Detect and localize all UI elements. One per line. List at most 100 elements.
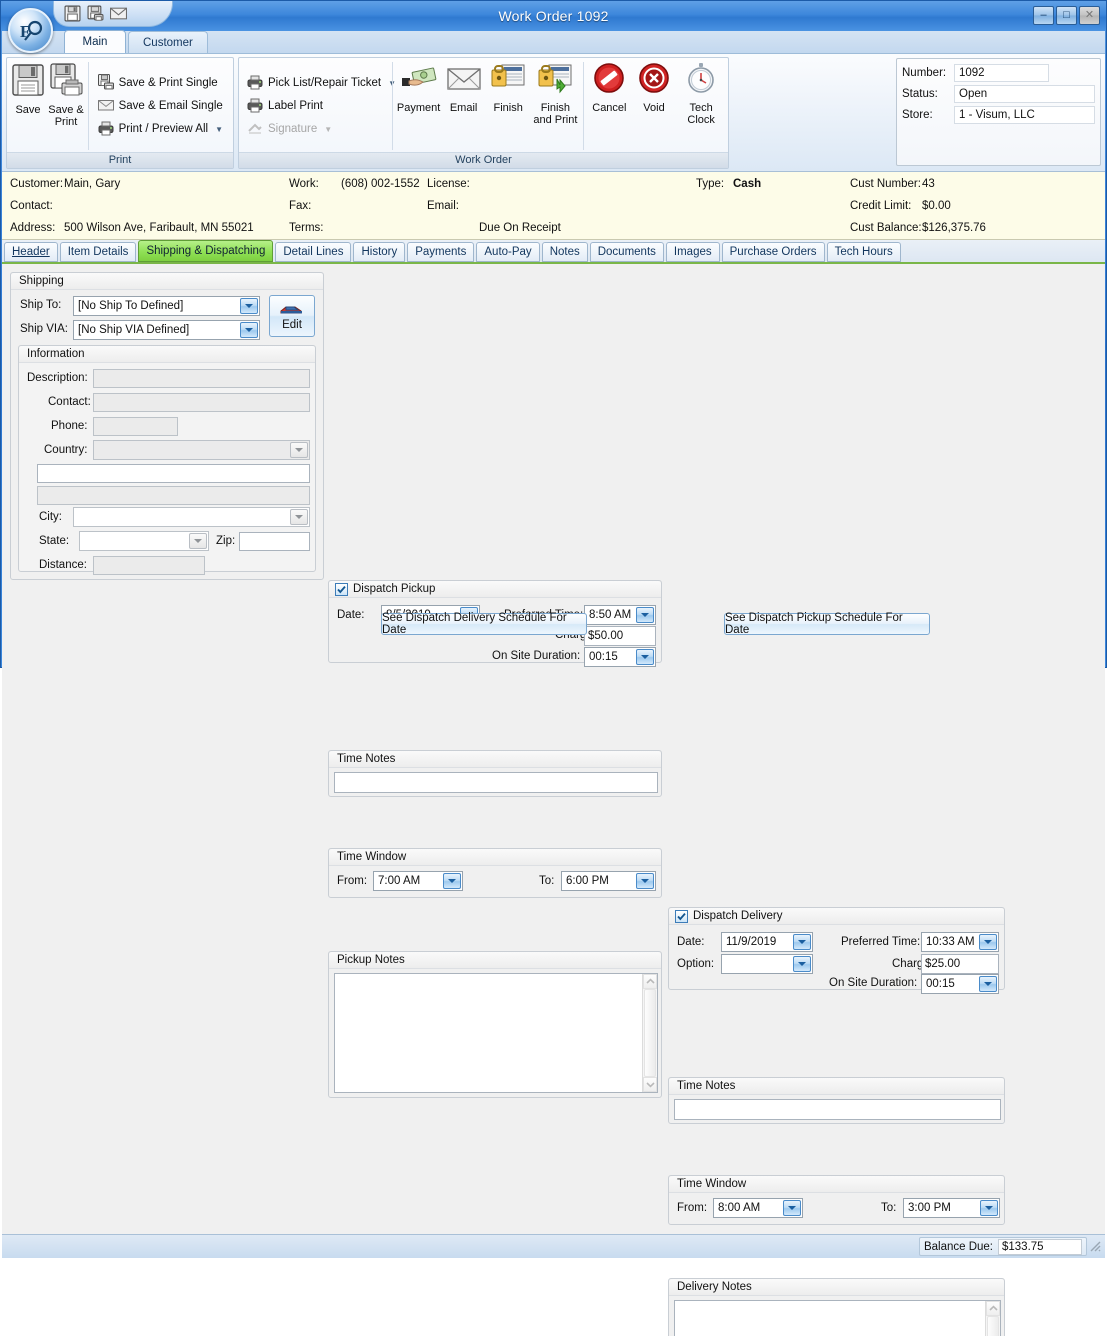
delivery-from-combo[interactable]: 8:00 AM xyxy=(713,1198,803,1218)
chevron-down-icon[interactable]: ▼ xyxy=(215,125,223,134)
save-and-print-single-button[interactable]: Save & Print Single xyxy=(94,72,227,95)
ribbon-tab-main[interactable]: Main xyxy=(64,30,126,53)
label-print-button[interactable]: Label Print xyxy=(243,95,385,118)
application-window: Work Order 1092 – □ ✕ F Main Customer Sa… xyxy=(0,0,1107,1336)
pickup-notes-textarea[interactable] xyxy=(334,973,658,1093)
pickup-on-site-duration-combo[interactable]: 00:15 xyxy=(584,647,656,667)
delivery-to-value: 3:00 PM xyxy=(908,1202,951,1214)
ribbon-tab-customer[interactable]: Customer xyxy=(128,31,208,53)
chevron-down-icon[interactable] xyxy=(979,934,997,950)
zip-input[interactable] xyxy=(239,532,310,551)
minimize-button[interactable]: – xyxy=(1033,6,1054,25)
delivery-preferred-time-combo[interactable]: 10:33 AM xyxy=(921,932,999,952)
chevron-down-icon[interactable] xyxy=(636,649,654,665)
save-and-print-button[interactable]: Save & Print xyxy=(47,60,85,152)
phone-input[interactable] xyxy=(93,417,178,436)
tab-detail-lines[interactable]: Detail Lines xyxy=(275,242,352,262)
pickup-from-combo[interactable]: 7:00 AM xyxy=(373,871,463,891)
tab-purchase-orders[interactable]: Purchase Orders xyxy=(721,242,825,262)
delivery-option-combo[interactable] xyxy=(721,954,813,974)
chevron-down-icon[interactable] xyxy=(793,934,811,950)
chevron-down-icon[interactable] xyxy=(290,442,308,458)
state-combo[interactable] xyxy=(79,531,209,551)
chevron-down-icon[interactable] xyxy=(636,873,654,889)
save-button-label: Save xyxy=(15,104,41,116)
tab-header[interactable]: Header xyxy=(4,242,58,262)
tech-clock-button[interactable]: Tech Clock xyxy=(676,60,726,152)
tab-payments[interactable]: Payments xyxy=(407,242,475,262)
application-orb-icon[interactable]: F xyxy=(8,8,53,53)
number-value[interactable]: 1092 xyxy=(954,63,1049,82)
state-label: State: xyxy=(39,535,70,547)
finish-button[interactable]: Finish xyxy=(486,60,531,152)
print-preview-all-button[interactable]: Print / Preview All ▼ xyxy=(94,118,227,141)
close-button[interactable]: ✕ xyxy=(1079,6,1100,25)
save-button[interactable]: Save xyxy=(9,60,47,152)
tab-shipping-and-dispatching[interactable]: Shipping & Dispatching xyxy=(138,240,274,262)
cancel-button[interactable]: Cancel xyxy=(587,60,632,152)
cancel-icon xyxy=(591,62,627,99)
tab-auto-pay[interactable]: Auto-Pay xyxy=(476,242,540,262)
scroll-down-icon[interactable] xyxy=(643,1077,657,1092)
status-value[interactable]: Open xyxy=(954,84,1095,103)
pickup-to-combo[interactable]: 6:00 PM xyxy=(561,871,656,891)
chevron-down-icon[interactable] xyxy=(240,298,258,314)
contact-input[interactable] xyxy=(93,393,310,412)
pickup-charge-input[interactable]: $50.00 xyxy=(584,626,656,646)
distance-input[interactable] xyxy=(93,556,205,575)
delivery-date-value: 11/9/2019 xyxy=(726,936,777,948)
pickup-notes-scrollbar[interactable] xyxy=(642,974,657,1092)
tab-item-details[interactable]: Item Details xyxy=(59,242,137,262)
save-and-email-single-button[interactable]: Save & Email Single xyxy=(94,95,227,118)
pickup-time-notes-input[interactable] xyxy=(334,772,658,793)
scroll-up-icon[interactable] xyxy=(643,974,657,989)
pick-list-repair-ticket-button[interactable]: Pick List/Repair Ticket ▼ xyxy=(243,72,396,95)
chevron-down-icon[interactable] xyxy=(636,607,654,623)
city-combo[interactable] xyxy=(73,507,310,527)
tab-history[interactable]: History xyxy=(353,242,406,262)
country-combo[interactable] xyxy=(93,440,310,460)
chevron-down-icon[interactable] xyxy=(189,533,207,549)
chevron-down-icon[interactable] xyxy=(980,1200,998,1216)
delivery-charge-input[interactable]: $25.00 xyxy=(921,954,999,974)
ship-via-combo[interactable]: [No Ship VIA Defined] xyxy=(73,320,260,340)
chevron-down-icon[interactable] xyxy=(793,956,811,972)
see-dispatch-pickup-schedule-button[interactable]: See Dispatch Pickup Schedule For Date xyxy=(724,612,930,636)
address-label: Address: xyxy=(10,222,56,234)
balance-due-label: Balance Due: xyxy=(923,1240,993,1253)
scroll-thumb[interactable] xyxy=(987,1316,999,1336)
tab-documents[interactable]: Documents xyxy=(589,242,664,262)
email-button[interactable]: Email xyxy=(441,60,486,152)
ship-edit-button[interactable]: Edit xyxy=(269,295,315,337)
chevron-down-icon[interactable] xyxy=(783,1200,801,1216)
delivery-to-combo[interactable]: 3:00 PM xyxy=(903,1198,1000,1218)
chevron-down-icon[interactable] xyxy=(290,509,308,525)
delivery-notes-textarea[interactable] xyxy=(674,1300,1001,1336)
chevron-down-icon[interactable] xyxy=(979,976,997,992)
scroll-thumb[interactable] xyxy=(644,989,656,1077)
maximize-button[interactable]: □ xyxy=(1056,6,1077,25)
delivery-date-combo[interactable]: 11/9/2019 xyxy=(721,932,813,952)
void-button[interactable]: Void xyxy=(632,60,677,152)
delivery-time-notes-input[interactable] xyxy=(674,1099,1001,1120)
scroll-up-icon[interactable] xyxy=(986,1301,1000,1316)
dispatch-delivery-checkbox[interactable] xyxy=(675,910,688,923)
store-value[interactable]: 1 - Visum, LLC xyxy=(954,105,1095,124)
pickup-preferred-time-combo[interactable]: 8:50 AM xyxy=(584,605,656,625)
resize-grip-icon[interactable] xyxy=(1088,1239,1102,1256)
see-dispatch-delivery-schedule-button[interactable]: See Dispatch Delivery Schedule For Date xyxy=(381,612,587,636)
dispatch-pickup-checkbox[interactable] xyxy=(335,583,348,596)
address-line1-input[interactable] xyxy=(37,464,310,483)
description-input[interactable] xyxy=(93,369,310,388)
chevron-down-icon[interactable] xyxy=(443,873,461,889)
address-line2-input[interactable] xyxy=(37,486,310,505)
delivery-on-site-duration-combo[interactable]: 00:15 xyxy=(921,974,999,994)
ship-to-combo[interactable]: [No Ship To Defined] xyxy=(73,296,260,316)
payment-button[interactable]: Payment xyxy=(396,60,441,152)
delivery-notes-scrollbar[interactable] xyxy=(985,1301,1000,1336)
tab-images[interactable]: Images xyxy=(665,242,720,262)
chevron-down-icon[interactable] xyxy=(240,322,258,338)
tab-notes[interactable]: Notes xyxy=(541,242,588,262)
finish-and-print-button[interactable]: Finish and Print xyxy=(531,60,581,152)
tab-tech-hours[interactable]: Tech Hours xyxy=(826,242,901,262)
